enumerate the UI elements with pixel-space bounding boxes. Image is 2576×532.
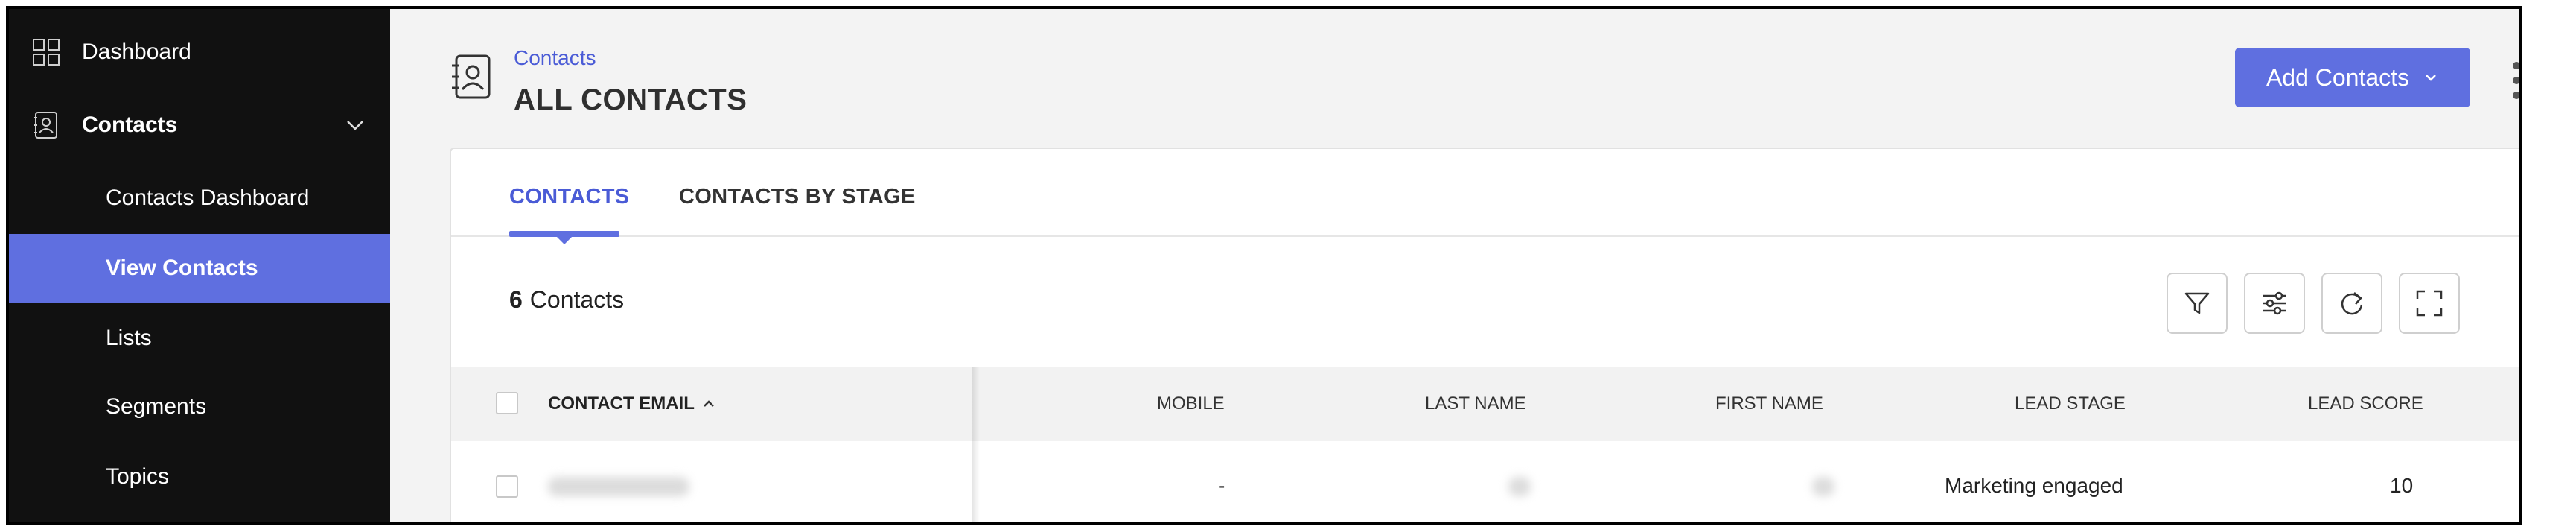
sidebar-item-lists[interactable]: Lists <box>9 304 390 373</box>
select-all-checkbox[interactable] <box>496 392 518 414</box>
dashboard-grid-icon <box>33 39 60 66</box>
sliders-icon <box>2263 291 2286 315</box>
sidebar-item-contacts[interactable]: Contacts <box>9 91 390 159</box>
filter-icon <box>2184 292 2210 314</box>
page-title: ALL CONTACTS <box>514 83 747 116</box>
active-tab-caret <box>555 235 573 244</box>
sidebar-item-label: Dashboard <box>82 39 191 64</box>
sidebar: Dashboard Contacts Contacts Dashboard Vi… <box>9 9 390 522</box>
add-contacts-label: Add Contacts <box>2266 63 2410 91</box>
redacted-first-name <box>1812 477 1834 496</box>
filter-button[interactable] <box>2167 273 2228 334</box>
tab-bar: CONTACTS CONTACTS BY STAGE <box>451 149 2519 244</box>
cell-mobile: - <box>1218 474 1225 497</box>
sort-ascending-icon <box>703 400 714 407</box>
chevron-down-icon[interactable] <box>344 114 366 136</box>
sidebar-item-dashboard[interactable]: Dashboard <box>9 18 390 86</box>
sidebar-item-segments[interactable]: Segments <box>9 373 390 441</box>
contact-book-icon <box>452 54 491 99</box>
column-lead-stage[interactable]: LEAD STAGE <box>2015 393 2126 414</box>
tab-contacts-by-stage[interactable]: CONTACTS BY STAGE <box>679 185 916 209</box>
more-options-icon[interactable] <box>2508 58 2522 103</box>
cell-lead-score: 10 <box>2390 474 2414 497</box>
column-lead-score[interactable]: LEAD SCORE <box>2308 393 2423 414</box>
contacts-count: 6 Contacts <box>509 286 624 314</box>
app-window: Dashboard Contacts Contacts Dashboard Vi… <box>6 6 2522 525</box>
sidebar-item-label: Contacts <box>82 113 178 137</box>
refresh-icon <box>2341 292 2363 315</box>
count-value: 6 <box>509 286 523 313</box>
cell-lead-stage: Marketing engaged <box>1945 474 2123 497</box>
column-last-name[interactable]: LAST NAME <box>1425 393 1526 414</box>
sidebar-item-topics[interactable]: Topics <box>9 443 390 511</box>
expand-icon <box>2416 290 2443 317</box>
sidebar-item-label: Contacts Dashboard <box>106 186 310 210</box>
column-mobile[interactable]: MOBILE <box>1157 393 1225 414</box>
breadcrumb[interactable]: Contacts <box>514 46 596 70</box>
fullscreen-button[interactable] <box>2399 273 2460 334</box>
row-checkbox[interactable] <box>496 475 518 498</box>
column-settings-button[interactable] <box>2244 273 2305 334</box>
tab-contacts[interactable]: CONTACTS <box>509 185 629 209</box>
contact-book-icon <box>34 112 57 139</box>
chevron-down-icon <box>2426 75 2436 81</box>
contacts-card: CONTACTS CONTACTS BY STAGE 6 Contacts CO… <box>450 148 2522 522</box>
annotation-arrow-icon <box>2521 355 2522 437</box>
column-first-name[interactable]: FIRST NAME <box>1715 393 1823 414</box>
sidebar-item-label: Topics <box>106 464 170 489</box>
table-header: CONTACT EMAIL MOBILE LAST NAME FIRST NAM… <box>451 367 2519 441</box>
add-contacts-button[interactable]: Add Contacts <box>2235 48 2470 107</box>
count-label: Contacts <box>529 286 625 313</box>
column-contact-email[interactable]: CONTACT EMAIL <box>548 393 717 414</box>
redacted-email[interactable] <box>548 477 689 496</box>
sidebar-item-contacts-dashboard[interactable]: Contacts Dashboard <box>9 164 390 232</box>
redacted-last-name <box>1508 477 1531 496</box>
sidebar-item-label: Segments <box>106 394 207 419</box>
sidebar-item-label: View Contacts <box>106 256 258 280</box>
refresh-button[interactable] <box>2321 273 2382 334</box>
sidebar-item-view-contacts[interactable]: View Contacts <box>9 234 390 303</box>
frozen-column-divider <box>972 367 980 522</box>
sidebar-item-label: Lists <box>106 326 152 350</box>
column-label: CONTACT EMAIL <box>548 393 695 414</box>
